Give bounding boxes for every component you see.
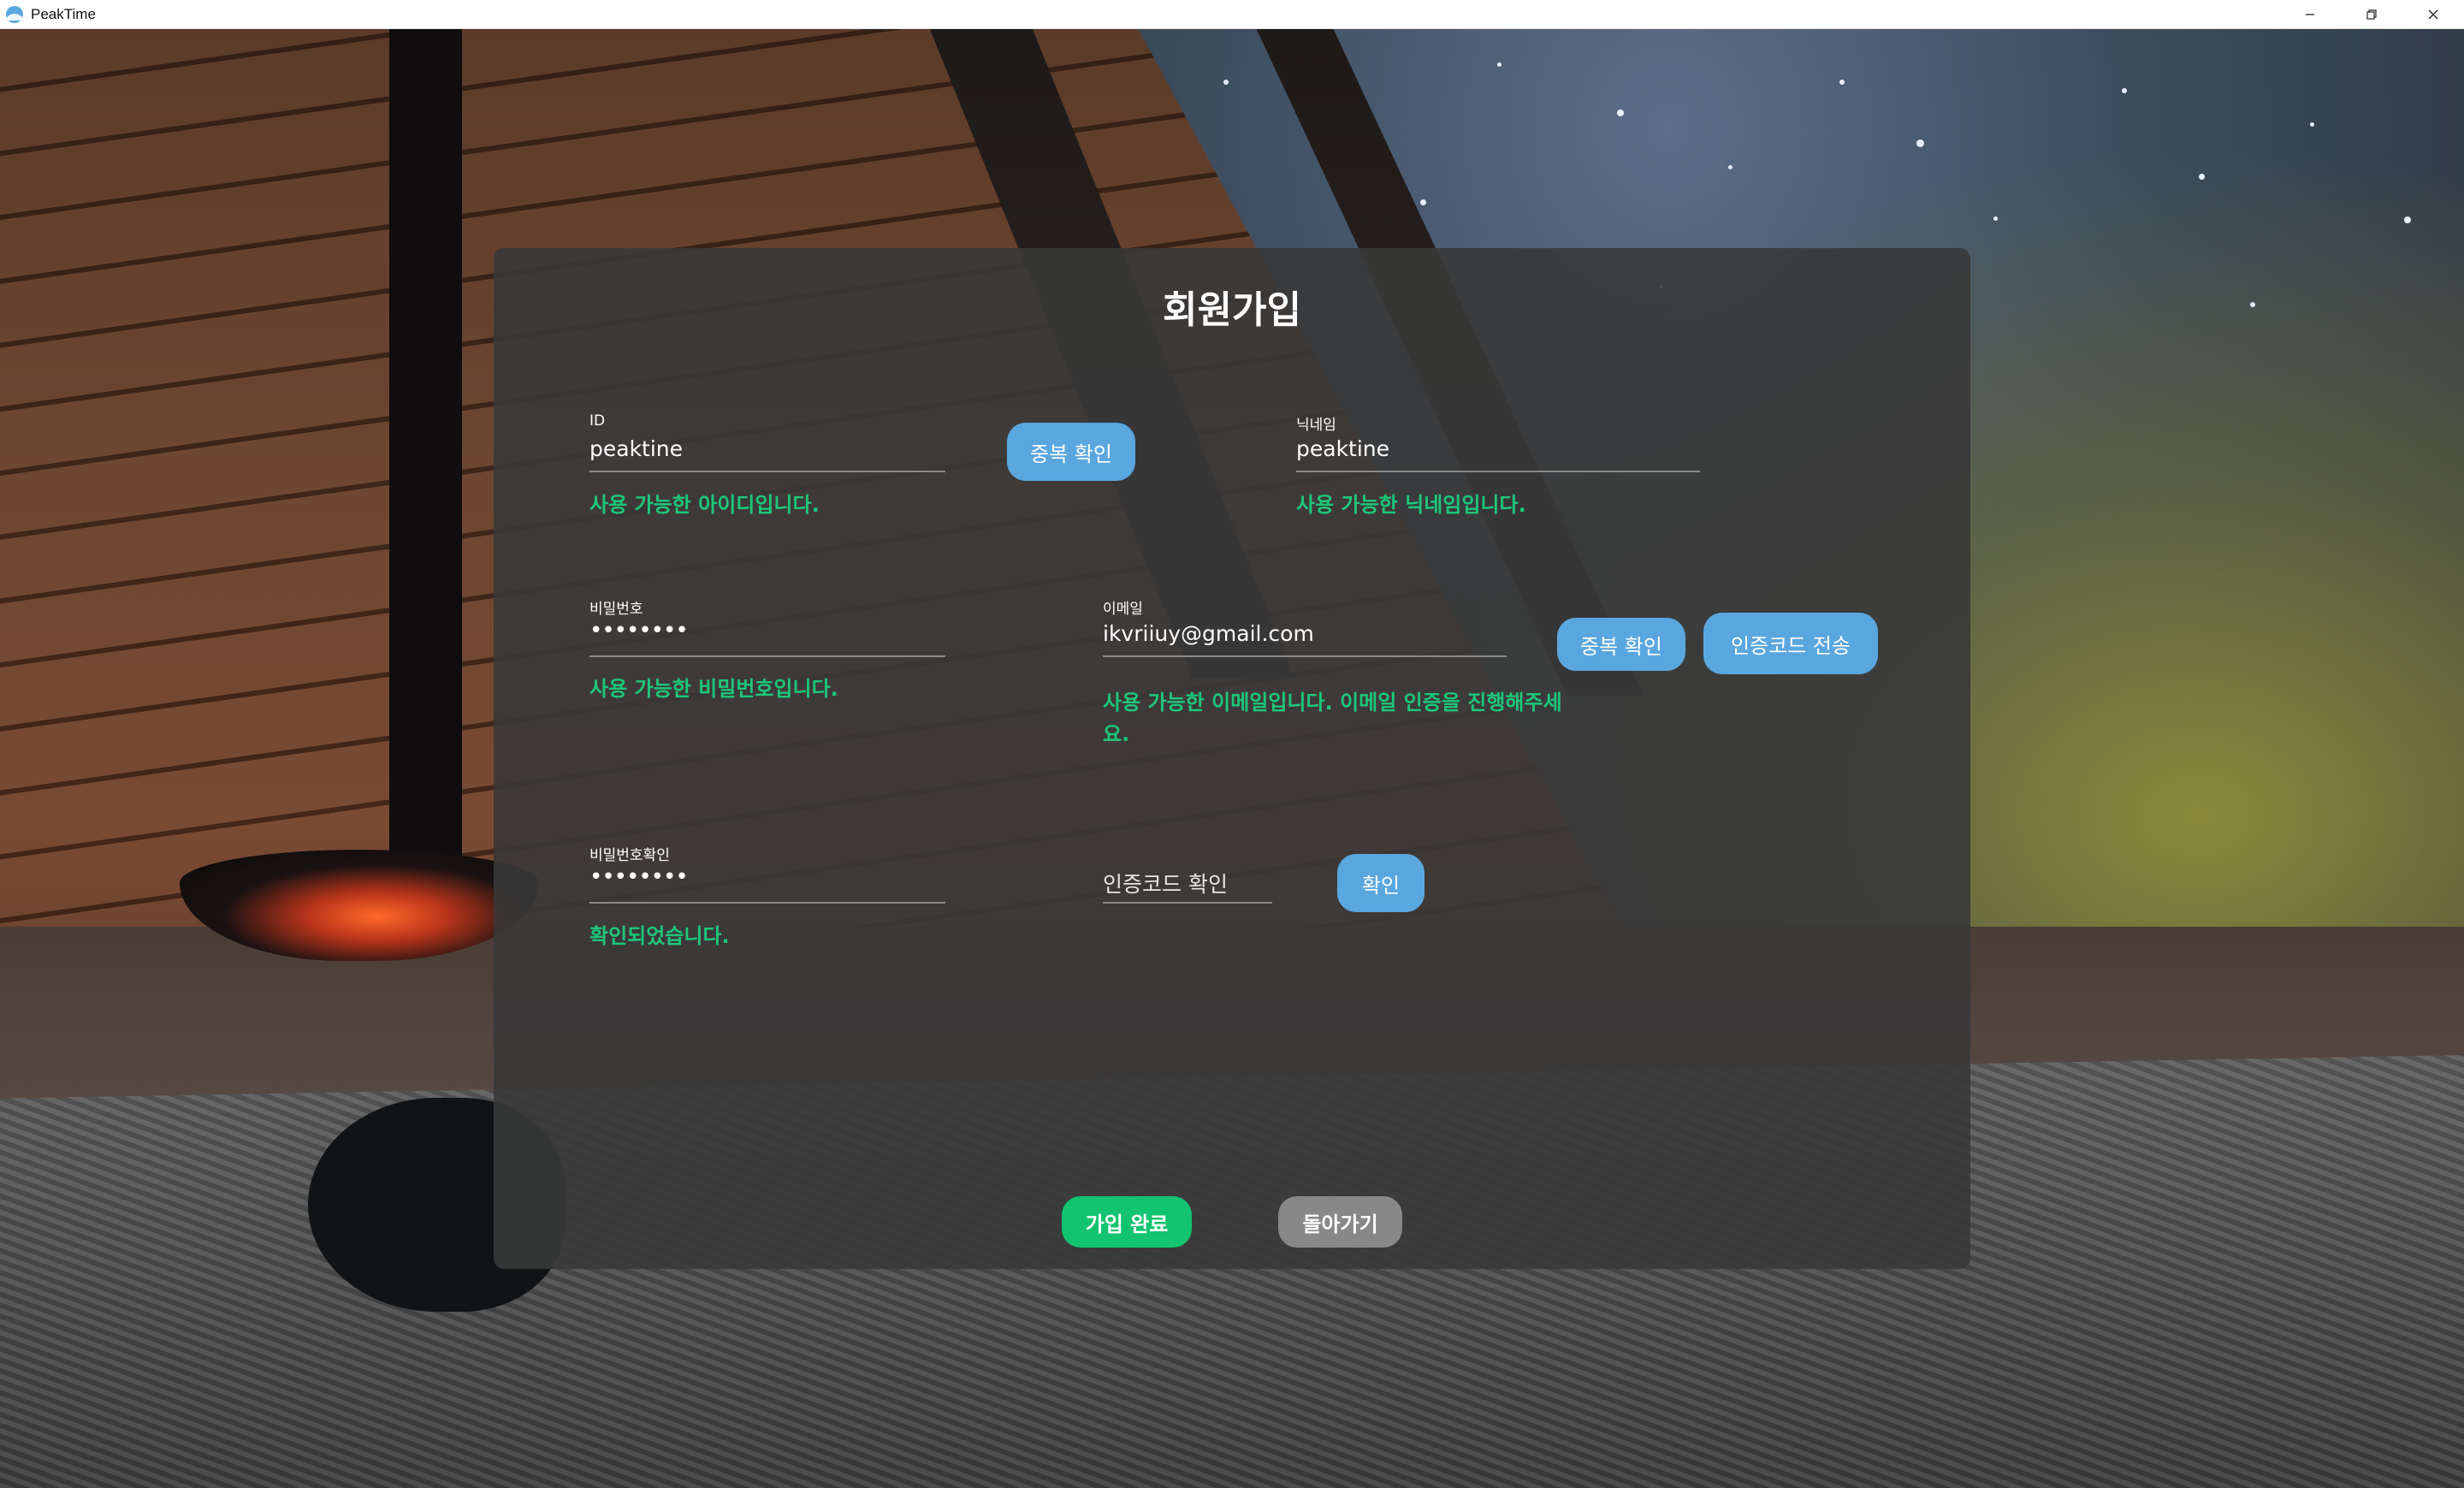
restore-icon xyxy=(2366,9,2377,20)
title-bar: PeakTime xyxy=(0,0,2464,29)
password-confirm-underline xyxy=(589,902,945,904)
password-confirm-status-message: 확인되었습니다. xyxy=(589,924,730,948)
send-verification-code-button[interactable]: 인증코드 전송 xyxy=(1703,613,1878,674)
fireplace-pipe xyxy=(389,28,462,901)
password-value: •••••••• xyxy=(589,618,689,643)
email-status-message-line2: 요. xyxy=(1103,722,1130,746)
password-confirm-field[interactable]: •••••••• xyxy=(589,861,945,904)
page-title: 회원가입 xyxy=(1163,288,1301,332)
id-status-message: 사용 가능한 아이디입니다. xyxy=(589,493,820,517)
window-title: PeakTime xyxy=(31,5,96,22)
nickname-underline xyxy=(1296,471,1700,472)
window-controls xyxy=(2279,0,2464,28)
nickname-field[interactable]: peaktine xyxy=(1296,430,1700,472)
signup-complete-button[interactable]: 가입 완료 xyxy=(1062,1196,1192,1248)
id-field[interactable]: peaktine xyxy=(589,430,945,472)
email-status-message-line1: 사용 가능한 이메일입니다. 이메일 인증을 진행해주세 xyxy=(1103,691,1562,714)
email-duplicate-check-button[interactable]: 중복 확인 xyxy=(1557,618,1685,671)
email-value: ikvriiuy@gmail.com xyxy=(1103,621,1314,646)
verification-code-placeholder: 인증코드 확인 xyxy=(1103,872,1228,897)
signup-panel: 회원가입 ID peaktine 중복 확인 사용 가능한 아이디입니다. 닉네… xyxy=(494,248,1970,1269)
minimize-button[interactable] xyxy=(2279,0,2341,28)
minimize-icon xyxy=(2306,13,2314,15)
id-label: ID xyxy=(589,412,606,430)
nickname-status-message: 사용 가능한 닉네임입니다. xyxy=(1296,493,1526,517)
close-button[interactable] xyxy=(2402,0,2464,28)
id-underline xyxy=(589,471,945,472)
verify-code-confirm-button[interactable]: 확인 xyxy=(1337,854,1424,912)
password-underline xyxy=(589,655,945,657)
password-field[interactable]: •••••••• xyxy=(589,614,945,657)
id-value: peaktine xyxy=(589,436,684,461)
back-button[interactable]: 돌아가기 xyxy=(1278,1196,1402,1248)
password-confirm-value: •••••••• xyxy=(589,864,689,890)
verification-code-field[interactable]: 인증코드 확인 xyxy=(1103,861,1272,904)
nickname-value: peaktine xyxy=(1296,436,1390,461)
close-icon xyxy=(2428,9,2438,19)
email-underline xyxy=(1103,655,1507,657)
id-duplicate-check-button[interactable]: 중복 확인 xyxy=(1007,423,1135,481)
restore-button[interactable] xyxy=(2341,0,2402,28)
email-status-message: 사용 가능한 이메일입니다. 이메일 인증을 진행해주세 요. xyxy=(1103,687,1562,750)
email-field[interactable]: ikvriiuy@gmail.com xyxy=(1103,614,1507,657)
password-status-message: 사용 가능한 비밀번호입니다. xyxy=(589,677,838,701)
verification-code-underline xyxy=(1103,902,1272,904)
app-logo-icon xyxy=(6,5,23,23)
